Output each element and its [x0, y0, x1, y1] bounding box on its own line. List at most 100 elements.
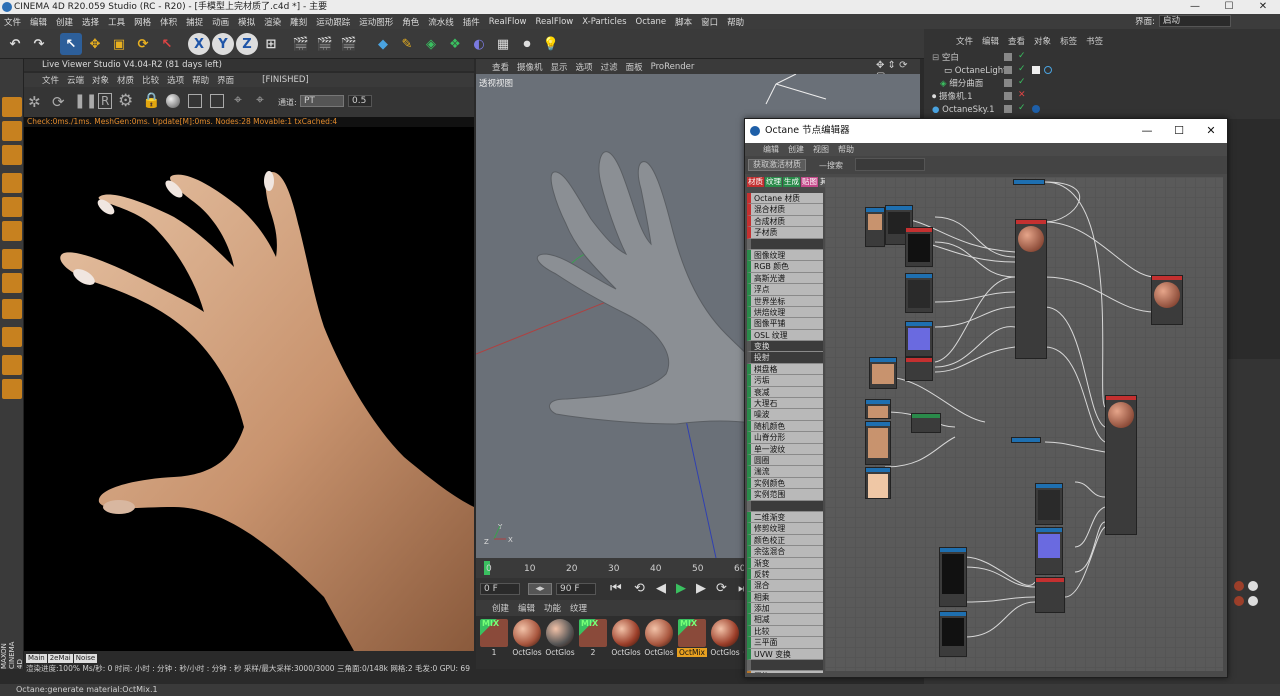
node-palette-item[interactable]: 混合材质	[747, 204, 823, 216]
coord-icon[interactable]: ⊞	[260, 33, 282, 55]
mat-menu-create[interactable]: 创建	[492, 602, 509, 614]
tab-noise[interactable]: Noise	[73, 654, 98, 663]
pause-icon[interactable]: ❚❚	[74, 93, 97, 109]
render-view-icon[interactable]: 🎬	[290, 33, 312, 55]
node-transform[interactable]	[1013, 179, 1045, 185]
om-menu-file[interactable]: 文件	[956, 35, 973, 47]
category-tab[interactable]: 贴图	[801, 177, 818, 187]
cube-icon[interactable]: ◆	[372, 33, 394, 55]
ne-menu-view[interactable]: 视图	[813, 144, 829, 155]
node-palette-item[interactable]: 添加	[747, 603, 823, 615]
scale-icon[interactable]: ▣	[108, 33, 130, 55]
menu-mograph[interactable]: 运动图形	[359, 16, 393, 28]
grid-icon[interactable]	[2, 355, 22, 375]
menu-octane[interactable]: Octane	[636, 17, 667, 27]
select-icon[interactable]: ↖	[156, 33, 178, 55]
lv-menu-compare[interactable]: 比较	[142, 74, 159, 86]
node-palette-item[interactable]: 噪波	[747, 409, 823, 421]
menu-file[interactable]: 文件	[4, 16, 21, 28]
search-input[interactable]	[855, 158, 925, 171]
node-gradient[interactable]	[911, 413, 941, 433]
node-palette-item[interactable]: OSL 纹理	[747, 329, 823, 342]
node-palette-item[interactable]: 圆圈	[747, 454, 823, 467]
node-palette-item[interactable]: 渐变	[747, 557, 823, 569]
material-item[interactable]: MIX OctMix	[677, 619, 707, 663]
menu-edit[interactable]: 编辑	[30, 16, 47, 28]
node-palette-item[interactable]: 变换	[747, 341, 823, 353]
node-palette-item[interactable]: 实例颜色	[747, 477, 823, 490]
material-item[interactable]: OctGlos	[644, 619, 674, 663]
node-palette-item[interactable]: RGB 颜色	[747, 261, 823, 273]
node-palette-item[interactable]: 混合	[747, 580, 823, 592]
menu-create[interactable]: 创建	[56, 16, 73, 28]
pen-icon[interactable]: ✎	[396, 33, 418, 55]
ne-close-button[interactable]: ✕	[1195, 119, 1227, 143]
material-tag-3-icon[interactable]	[1234, 596, 1244, 606]
lv-menu-help[interactable]: 帮助	[192, 74, 209, 86]
lv-menu-file[interactable]: 文件	[42, 74, 59, 86]
menu-snap[interactable]: 捕捉	[186, 16, 203, 28]
object-row[interactable]: ● OctaneSky.1	[928, 104, 1278, 116]
render-picture-icon[interactable]: 🎬	[314, 33, 336, 55]
node-skin-texture-2[interactable]	[869, 357, 897, 389]
tweak-mode-icon[interactable]	[2, 273, 22, 293]
vp-menu-prorender[interactable]: ProRender	[651, 62, 695, 72]
subdivision-icon[interactable]: ◈	[420, 33, 442, 55]
menu-help[interactable]: 帮助	[727, 16, 744, 28]
get-active-material-button[interactable]: 获取激活材质	[748, 159, 806, 171]
menu-tools[interactable]: 工具	[108, 16, 125, 28]
rotate-icon[interactable]: ⟳	[132, 33, 154, 55]
node-palette-item[interactable]: 高斯光谱	[747, 272, 823, 285]
category-tab[interactable]: 纹理	[765, 177, 782, 187]
menu-mesh[interactable]: 网格	[134, 16, 151, 28]
light-tag-icon[interactable]	[1032, 66, 1040, 74]
layout-dropdown[interactable]: 启动	[1159, 15, 1231, 27]
material-item[interactable]: OctGlos	[512, 619, 542, 663]
channel-dropdown[interactable]: PT	[300, 95, 344, 107]
gear-icon[interactable]: ⚙	[118, 91, 133, 111]
node-mix-texture[interactable]	[1035, 577, 1065, 613]
z-axis-icon[interactable]: Z	[236, 33, 258, 55]
mat-menu-texture[interactable]: 纹理	[570, 602, 587, 614]
light-icon[interactable]: 💡	[540, 33, 562, 55]
lv-menu-object[interactable]: 对象	[92, 74, 109, 86]
material-item[interactable]: MIX 2	[578, 619, 608, 663]
octane-tag-icon[interactable]	[1044, 66, 1052, 74]
node-palette-item[interactable]: 合成材质	[747, 215, 823, 228]
node-palette-item[interactable]: 比较	[747, 625, 823, 638]
workplane-lock-icon[interactable]	[2, 379, 22, 399]
node-palette-item[interactable]: 二维渐变	[747, 511, 823, 524]
node-float[interactable]	[1011, 437, 1041, 443]
live-select-icon[interactable]: ↖	[60, 33, 82, 55]
node-palette-item[interactable]: Octane 材质	[747, 193, 823, 205]
end-frame-field[interactable]: 90 F	[556, 583, 596, 595]
menu-realflow[interactable]: RealFlow	[489, 17, 527, 27]
settings-icon[interactable]: ✲	[28, 93, 41, 111]
ne-menu-help[interactable]: 帮助	[838, 144, 854, 155]
points-mode-icon[interactable]	[2, 173, 22, 193]
menu-motion-tracking[interactable]: 运动跟踪	[316, 16, 350, 28]
tab-2emai[interactable]: 2eMai	[47, 654, 73, 663]
magnet-icon[interactable]	[2, 327, 22, 347]
material-item[interactable]: OctGlos	[545, 619, 575, 663]
node-palette-item[interactable]: 三平面	[747, 637, 823, 649]
prev-key-icon[interactable]: ⟲	[634, 581, 645, 596]
node-palette-item[interactable]: 山脊分形	[747, 432, 823, 444]
om-menu-bookmark[interactable]: 书签	[1086, 35, 1103, 47]
node-palette-item[interactable]: 棋盘格	[747, 363, 823, 376]
node-palette-item[interactable]	[747, 500, 823, 512]
undo-icon[interactable]: ↶	[4, 33, 26, 55]
close-button[interactable]: ✕	[1246, 0, 1280, 14]
vp-menu-panel[interactable]: 面板	[626, 61, 643, 73]
node-palette-item[interactable]: 随机颜色	[747, 420, 823, 433]
mat-menu-edit[interactable]: 编辑	[518, 602, 535, 614]
node-octane-material-2[interactable]	[1105, 395, 1137, 535]
snap-icon[interactable]	[2, 299, 22, 319]
node-palette-item[interactable]: 余弦混合	[747, 546, 823, 558]
node-skin-texture-3[interactable]	[865, 399, 891, 419]
move-icon[interactable]: ✥	[84, 33, 106, 55]
object-row[interactable]: ▭ OctaneLight	[928, 65, 1278, 77]
node-palette-item[interactable]: 图像平铺	[747, 318, 823, 330]
node-palette-item[interactable]: 图像纹理	[747, 249, 823, 262]
render-settings-icon[interactable]: 🎬	[338, 33, 360, 55]
